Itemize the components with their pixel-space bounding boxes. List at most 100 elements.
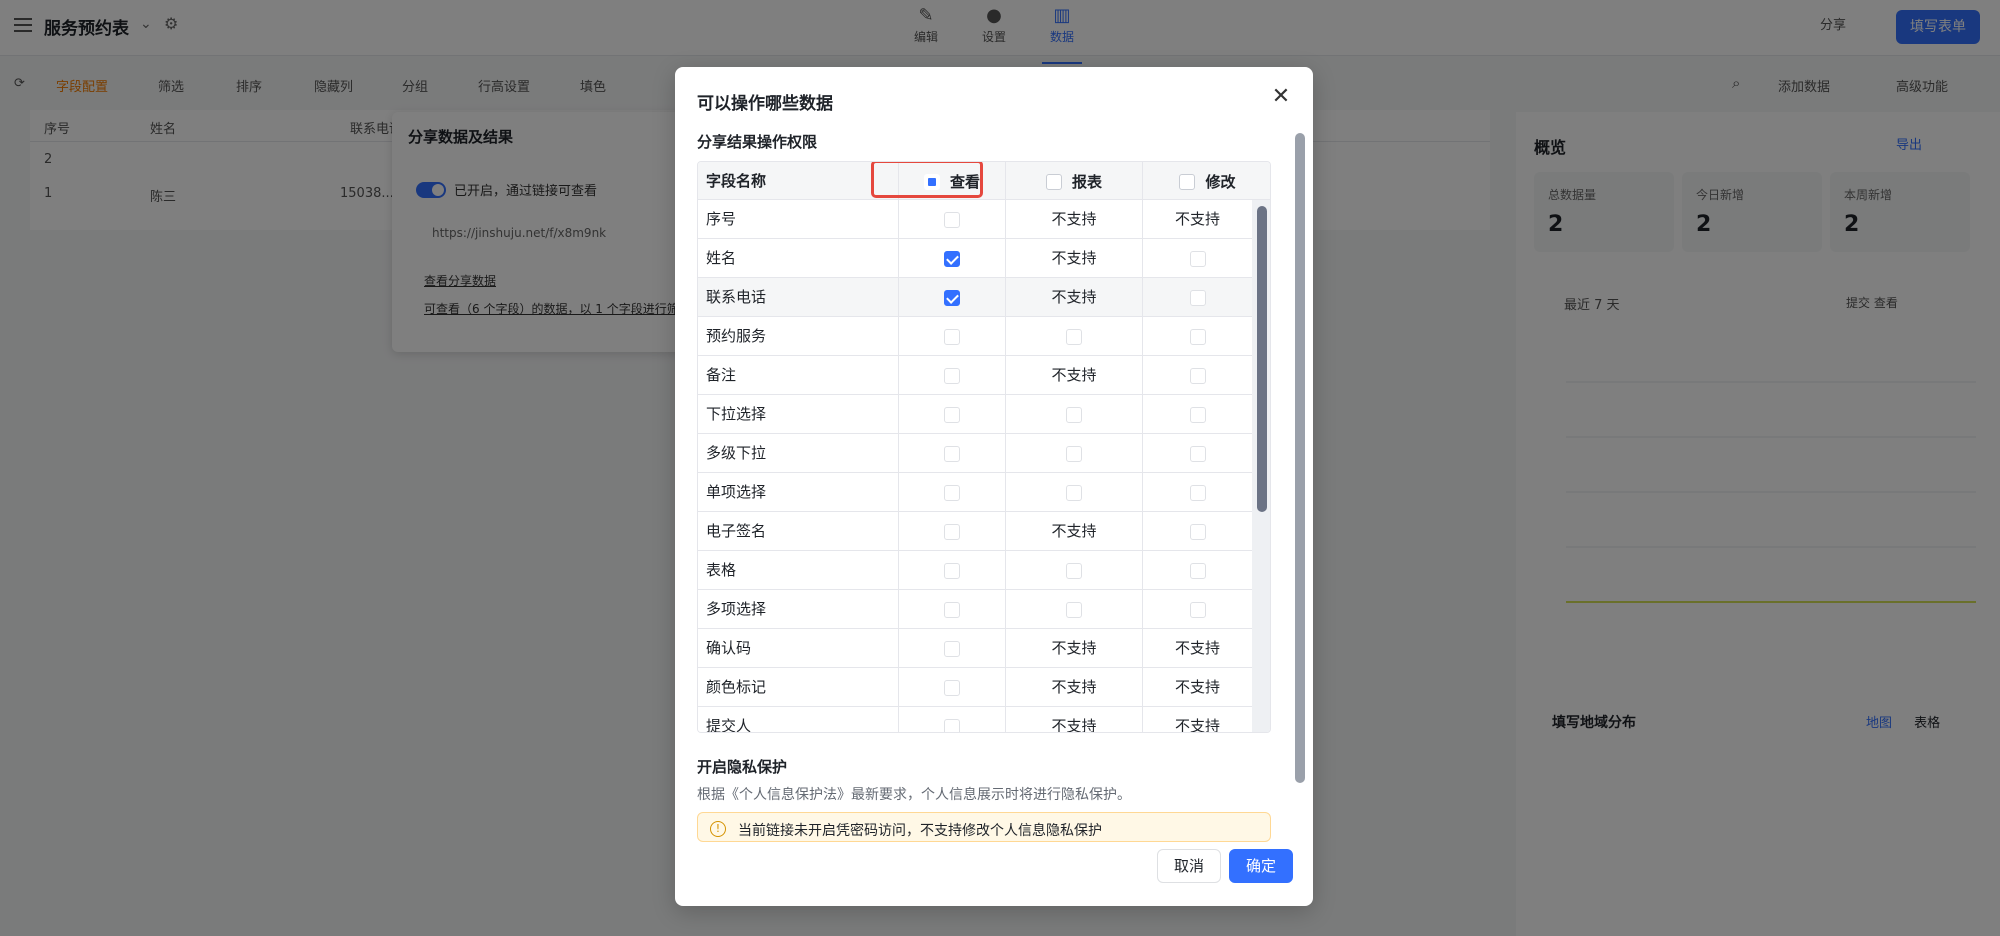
highlight-annotation <box>871 162 983 198</box>
edit-cell <box>1143 317 1252 356</box>
view-cell <box>899 551 1006 590</box>
privacy-warning: ! 当前链接未开启凭密码访问，不支持修改个人信息隐私保护 <box>697 812 1271 842</box>
edit-cell <box>1143 551 1252 590</box>
view-cell <box>899 707 1006 732</box>
edit-select-all-checkbox[interactable] <box>1179 173 1196 190</box>
report-checkbox[interactable] <box>1066 484 1082 501</box>
view-checkbox[interactable] <box>944 250 960 267</box>
view-checkbox[interactable] <box>944 211 960 228</box>
field-name: 颜色标记 <box>698 668 899 707</box>
view-cell <box>899 356 1006 395</box>
view-cell <box>899 629 1006 668</box>
view-checkbox[interactable] <box>944 640 960 657</box>
report-unsupported: 不支持 <box>1006 278 1143 317</box>
table-row: 姓名 不支持 <box>698 239 1252 278</box>
view-cell <box>899 434 1006 473</box>
cancel-button[interactable]: 取消 <box>1157 849 1221 883</box>
close-icon[interactable]: ✕ <box>1267 83 1295 111</box>
view-checkbox[interactable] <box>944 523 960 540</box>
report-cell <box>1006 590 1143 629</box>
table-row: 联系电话 不支持 <box>698 278 1252 317</box>
table-header: 字段名称 查看 报表 修改 <box>698 162 1270 200</box>
field-name: 多级下拉 <box>698 434 899 473</box>
table-row: 提交人 不支持 不支持 <box>698 707 1252 733</box>
report-unsupported: 不支持 <box>1006 629 1143 668</box>
modal-title: 可以操作哪些数据 <box>697 94 833 114</box>
view-checkbox[interactable] <box>944 562 960 579</box>
view-checkbox[interactable] <box>944 289 960 306</box>
table-scrollbar-thumb[interactable] <box>1257 206 1267 512</box>
table-row: 备注 不支持 <box>698 356 1252 395</box>
view-checkbox[interactable] <box>944 367 960 384</box>
report-unsupported: 不支持 <box>1006 668 1143 707</box>
report-checkbox[interactable] <box>1066 562 1082 579</box>
edit-unsupported: 不支持 <box>1174 678 1220 696</box>
header-edit[interactable]: 修改 <box>1143 162 1270 200</box>
modal-scrollbar-thumb[interactable] <box>1295 133 1305 783</box>
section-title-permissions: 分享结果操作权限 <box>697 133 818 151</box>
header-report[interactable]: 报表 <box>1006 162 1143 200</box>
view-cell <box>899 395 1006 434</box>
table-scrollbar[interactable] <box>1252 200 1270 732</box>
view-cell <box>899 668 1006 707</box>
table-row: 单项选择 <box>698 473 1252 512</box>
view-checkbox[interactable] <box>944 445 960 462</box>
report-checkbox[interactable] <box>1066 445 1082 462</box>
edit-checkbox[interactable] <box>1189 523 1206 540</box>
privacy-description: 根据《个人信息保护法》最新要求，个人信息展示时将进行隐私保护。 <box>697 787 1131 803</box>
table-row: 下拉选择 <box>698 395 1252 434</box>
edit-cell <box>1143 356 1252 395</box>
report-cell <box>1006 551 1143 590</box>
confirm-button[interactable]: 确定 <box>1229 849 1293 883</box>
edit-cell <box>1143 512 1252 551</box>
edit-checkbox[interactable] <box>1189 367 1206 384</box>
view-checkbox[interactable] <box>944 484 960 501</box>
field-name: 单项选择 <box>698 473 899 512</box>
edit-checkbox[interactable] <box>1189 562 1206 579</box>
edit-cell <box>1143 590 1252 629</box>
view-cell <box>899 200 1006 239</box>
view-cell <box>899 590 1006 629</box>
edit-cell <box>1143 434 1252 473</box>
edit-checkbox[interactable] <box>1189 445 1206 462</box>
edit-checkbox[interactable] <box>1189 289 1206 306</box>
table-body: 序号 不支持 不支持 姓名 不支持 联系电话 不支持 预约服务 备注 不支持 下拉选择 多级下拉 单项选… <box>698 200 1252 733</box>
report-checkbox[interactable] <box>1066 328 1082 345</box>
report-unsupported: 不支持 <box>1006 200 1143 239</box>
view-checkbox[interactable] <box>944 328 960 345</box>
table-row: 序号 不支持 不支持 <box>698 200 1252 239</box>
report-select-all-checkbox[interactable] <box>1045 173 1062 190</box>
warning-text: 当前链接未开启凭密码访问，不支持修改个人信息隐私保护 <box>738 823 1102 839</box>
edit-checkbox[interactable] <box>1189 328 1206 345</box>
view-checkbox[interactable] <box>944 601 960 618</box>
field-name: 提交人 <box>698 707 899 732</box>
table-row: 确认码 不支持 不支持 <box>698 629 1252 668</box>
report-checkbox[interactable] <box>1066 406 1082 423</box>
view-cell <box>899 317 1006 356</box>
edit-checkbox[interactable] <box>1189 250 1206 267</box>
edit-checkbox[interactable] <box>1189 484 1206 501</box>
field-name: 联系电话 <box>698 278 899 317</box>
edit-unsupported: 不支持 <box>1174 639 1220 657</box>
edit-cell <box>1143 278 1252 317</box>
report-cell <box>1006 434 1143 473</box>
report-checkbox[interactable] <box>1066 601 1082 618</box>
edit-unsupported: 不支持 <box>1174 717 1220 733</box>
edit-checkbox[interactable] <box>1189 406 1206 423</box>
table-row: 多项选择 <box>698 590 1252 629</box>
edit-cell <box>1143 473 1252 512</box>
view-cell <box>899 473 1006 512</box>
view-cell <box>899 239 1006 278</box>
view-checkbox[interactable] <box>944 718 960 732</box>
view-checkbox[interactable] <box>944 406 960 423</box>
view-cell <box>899 278 1006 317</box>
edit-cell <box>1143 395 1252 434</box>
table-row: 颜色标记 不支持 不支持 <box>698 668 1252 707</box>
view-cell <box>899 512 1006 551</box>
edit-checkbox[interactable] <box>1189 601 1206 618</box>
field-name: 多项选择 <box>698 590 899 629</box>
modal-scrollbar[interactable] <box>1293 131 1307 851</box>
report-unsupported: 不支持 <box>1006 512 1143 551</box>
field-name: 序号 <box>698 200 899 239</box>
view-checkbox[interactable] <box>944 679 960 696</box>
